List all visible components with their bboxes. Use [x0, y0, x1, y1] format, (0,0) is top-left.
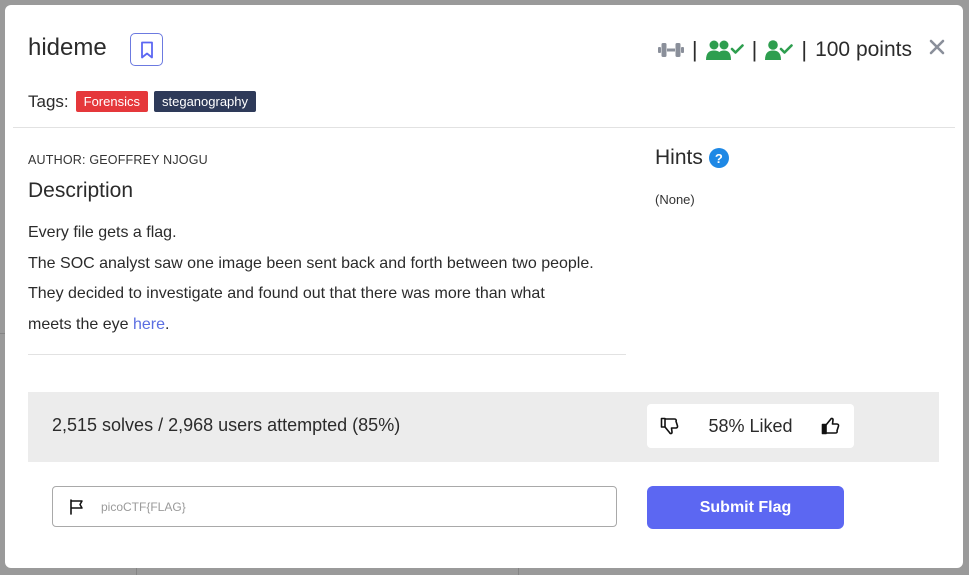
description-line: meets the eye here. — [28, 310, 626, 341]
backdrop-divider — [518, 568, 519, 575]
stats-bar: 2,515 solves / 2,968 users attempted (85… — [28, 392, 939, 462]
bookmark-button[interactable] — [130, 33, 163, 66]
tags-label: Tags: — [28, 91, 69, 111]
thumbs-down-icon — [660, 417, 679, 435]
backdrop-divider — [136, 568, 137, 575]
challenge-author: AUTHOR: GEOFFREY NJOGU — [28, 153, 208, 167]
description-line: Every file gets a flag. — [28, 224, 177, 241]
description-line: The SOC analyst saw one image been sent … — [28, 254, 594, 272]
meta-separator: | — [691, 37, 698, 62]
liked-percentage: 58% Liked — [708, 415, 793, 436]
question-circle-icon[interactable]: ? — [708, 148, 729, 168]
description-line: They decided to investigate and found ou… — [28, 285, 545, 302]
tags-row: Tags: Forensics steganography — [28, 91, 257, 112]
challenge-modal: hideme | | | 100 points Tags: Forensics … — [5, 5, 963, 568]
meta-separator: | — [751, 37, 758, 62]
flag-input[interactable] — [101, 499, 616, 514]
description-line-prefix: meets the eye — [28, 315, 133, 333]
flag-icon — [70, 498, 83, 515]
hints-title: Hints — [655, 146, 703, 169]
description-download-link[interactable]: here — [133, 316, 165, 333]
tag-steganography[interactable]: steganography — [154, 91, 257, 112]
modal-header: hideme | | | 100 points Tags: Forensics … — [13, 5, 955, 128]
hints-section: Hints ? (None) — [655, 146, 729, 207]
close-button[interactable] — [925, 35, 949, 59]
meta-separator: | — [801, 37, 808, 62]
dumbbell-icon — [657, 43, 684, 57]
user-check-icon — [765, 40, 794, 60]
challenge-title: hideme — [28, 34, 107, 61]
hints-heading: Hints ? — [655, 146, 729, 170]
challenge-points: 100 points — [815, 38, 912, 61]
description-text: Every file gets a flag. The SOC analyst … — [28, 218, 626, 355]
submit-flag-button[interactable]: Submit Flag — [647, 486, 844, 529]
thumbs-up-button[interactable] — [820, 415, 842, 437]
description-heading: Description — [28, 179, 134, 202]
hints-value: (None) — [655, 192, 695, 207]
tag-forensics[interactable]: Forensics — [75, 91, 148, 112]
users-check-icon — [705, 40, 744, 60]
description-line-suffix: . — [164, 315, 170, 333]
challenge-meta: | | | 100 points — [657, 37, 912, 63]
flag-input-wrapper — [52, 486, 617, 527]
bookmark-icon — [140, 41, 153, 58]
thumbs-down-button[interactable] — [659, 415, 681, 437]
modal-body: AUTHOR: GEOFFREY NJOGU Description Every… — [5, 128, 963, 568]
solves-count: 2,515 solves / 2,968 users attempted (85… — [52, 415, 401, 435]
thumbs-up-icon — [821, 417, 840, 435]
close-icon — [929, 39, 945, 55]
like-widget: 58% Liked — [647, 404, 854, 448]
